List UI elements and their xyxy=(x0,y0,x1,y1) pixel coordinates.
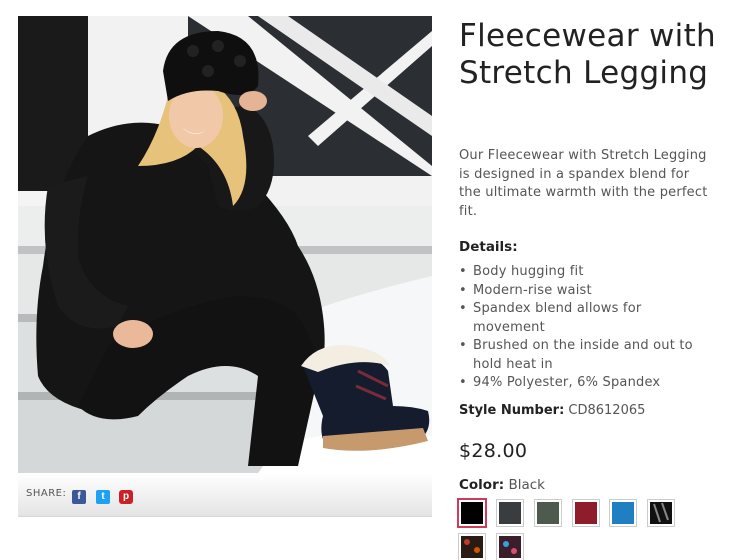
product-description: Our Fleecewear with Stretch Legging is d… xyxy=(459,148,708,219)
product-price: $28.00 xyxy=(459,440,528,462)
pinterest-icon[interactable]: p xyxy=(119,490,133,504)
share-bar: SHARE: f t p xyxy=(18,473,432,517)
swatch-blue[interactable] xyxy=(609,499,637,527)
share-label: SHARE: xyxy=(26,488,67,499)
product-main-image xyxy=(18,16,432,473)
color-value: Black xyxy=(508,477,545,493)
list-item: Brushed on the inside and out to hold he… xyxy=(459,337,709,374)
swatch-olive-gray[interactable] xyxy=(534,499,562,527)
product-info: Fleecewear with Stretch Legging xyxy=(459,18,739,92)
list-item: Modern-rise waist xyxy=(459,282,709,301)
swatch-black[interactable] xyxy=(457,498,487,528)
twitter-icon[interactable]: t xyxy=(96,490,110,504)
list-item: Body hugging fit xyxy=(459,263,709,282)
details-list: Body hugging fit Modern-rise waist Spand… xyxy=(459,263,709,393)
style-number-row: Style Number: CD8612065 xyxy=(459,403,645,418)
swatch-burgundy[interactable] xyxy=(572,499,600,527)
swatch-black-print[interactable] xyxy=(647,499,675,527)
list-item: 94% Polyester, 6% Spandex xyxy=(459,374,709,393)
color-label: Color: xyxy=(459,477,505,493)
facebook-icon[interactable]: f xyxy=(72,490,86,504)
color-row: Color: Black xyxy=(459,477,545,493)
list-item: Spandex blend allows for movement xyxy=(459,300,709,337)
swatch-charcoal[interactable] xyxy=(496,499,524,527)
swatch-pattern-1[interactable] xyxy=(458,533,486,560)
style-number-value: CD8612065 xyxy=(568,403,646,418)
style-number-label: Style Number: xyxy=(459,403,565,418)
product-title: Fleecewear with Stretch Legging xyxy=(459,18,716,91)
details-heading: Details: xyxy=(459,239,518,255)
swatch-pattern-2[interactable] xyxy=(496,533,524,560)
